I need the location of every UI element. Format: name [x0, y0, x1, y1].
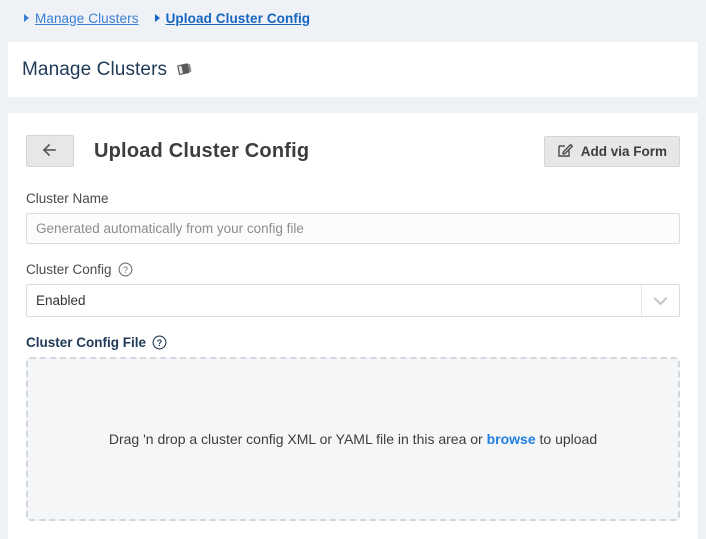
cluster-config-file-label: Cluster Config File ?: [26, 335, 680, 350]
field-cluster-config-file: Cluster Config File ? Drag 'n drop a clu…: [26, 335, 680, 521]
dropzone-text: Drag 'n drop a cluster config XML or YAM…: [109, 431, 597, 447]
breadcrumb: Manage Clusters Upload Cluster Config: [0, 0, 706, 36]
question-circle-icon[interactable]: ?: [152, 335, 167, 350]
page-title: Manage Clusters: [22, 58, 168, 80]
svg-text:?: ?: [123, 265, 128, 275]
svg-text:?: ?: [157, 338, 163, 348]
cluster-config-label-text: Cluster Config: [26, 262, 112, 277]
caret-right-icon: [24, 14, 29, 22]
cluster-config-select[interactable]: Enabled: [26, 284, 680, 317]
add-via-form-button[interactable]: Add via Form: [543, 135, 680, 167]
breadcrumb-item-label: Manage Clusters: [35, 10, 139, 26]
field-cluster-config: Cluster Config ? Enabled: [26, 262, 680, 317]
field-cluster-name: Cluster Name: [26, 191, 680, 244]
arrow-left-icon: [42, 143, 58, 160]
edit-square-icon: [557, 141, 574, 161]
breadcrumb-item-label: Upload Cluster Config: [165, 10, 311, 26]
page-title-band: Manage Clusters: [8, 42, 698, 97]
cluster-config-selected-value: Enabled: [36, 293, 86, 308]
card-title: Upload Cluster Config: [94, 139, 310, 162]
cluster-config-label: Cluster Config ?: [26, 262, 680, 277]
file-dropzone[interactable]: Drag 'n drop a cluster config XML or YAM…: [26, 357, 680, 521]
cluster-name-label: Cluster Name: [26, 191, 109, 206]
chevron-down-icon[interactable]: [641, 285, 679, 316]
card-header: Upload Cluster Config Add via Form: [26, 129, 680, 173]
manual-book-icon[interactable]: [176, 61, 193, 83]
breadcrumb-item-manage-clusters[interactable]: Manage Clusters: [24, 11, 139, 26]
cluster-name-input[interactable]: [26, 213, 680, 244]
back-button[interactable]: [26, 135, 74, 167]
upload-cluster-config-card: Upload Cluster Config Add via Form Clust…: [8, 113, 698, 539]
dropzone-browse-link[interactable]: browse: [487, 431, 536, 447]
dropzone-text-before: Drag 'n drop a cluster config XML or YAM…: [108, 431, 487, 447]
add-via-form-label: Add via Form: [580, 143, 667, 159]
question-circle-icon[interactable]: ?: [118, 262, 133, 277]
dropzone-text-after: to upload: [535, 431, 598, 447]
breadcrumb-item-upload-cluster-config[interactable]: Upload Cluster Config: [154, 10, 311, 26]
caret-right-icon: [154, 14, 160, 22]
cluster-config-file-label-text: Cluster Config File: [26, 335, 147, 350]
